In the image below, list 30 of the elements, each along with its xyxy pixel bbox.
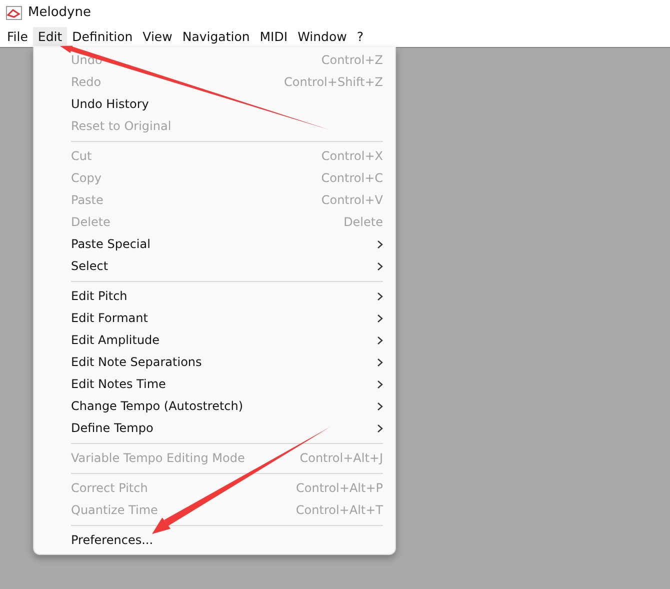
menu-bar-item[interactable]: File (2, 26, 33, 46)
menu-item[interactable]: Edit Pitch (34, 285, 395, 307)
menu-item[interactable]: Paste Special (34, 233, 395, 255)
menu-item[interactable]: Undo History (34, 93, 395, 115)
chevron-right-icon (377, 424, 383, 432)
chevron-right-icon (377, 314, 383, 322)
menu-bar-item[interactable]: Window (292, 26, 352, 46)
menu-item[interactable]: Preferences... (34, 529, 395, 551)
menu-bar-item[interactable]: Definition (67, 26, 138, 46)
app-logo-icon (6, 6, 22, 20)
menu-item[interactable]: Change Tempo (Autostretch) (34, 395, 395, 417)
chevron-right-icon (377, 240, 383, 248)
menu-item[interactable]: Edit Formant (34, 307, 395, 329)
chevron-right-icon (377, 358, 383, 366)
chevron-right-icon (377, 380, 383, 388)
menu-item[interactable]: Edit Note Separations (34, 351, 395, 373)
menu-bar-item[interactable]: MIDI (254, 26, 293, 46)
chevron-right-icon (377, 402, 383, 410)
menu-bar-item[interactable]: Edit (32, 26, 68, 46)
window-title: Melodyne (28, 5, 91, 20)
chevron-right-icon (377, 336, 383, 344)
menu-bar-item[interactable]: View (138, 26, 178, 46)
menu-item[interactable]: Define Tempo (34, 417, 395, 439)
menu-item[interactable]: Select (34, 255, 395, 277)
menu-bar-item[interactable]: ? (352, 26, 368, 46)
menu-bar-item[interactable]: Navigation (177, 26, 255, 46)
chevron-right-icon (377, 292, 383, 300)
chevron-right-icon (377, 262, 383, 270)
menu-item[interactable]: Edit Notes Time (34, 373, 395, 395)
menu-item[interactable]: Edit Amplitude (34, 329, 395, 351)
